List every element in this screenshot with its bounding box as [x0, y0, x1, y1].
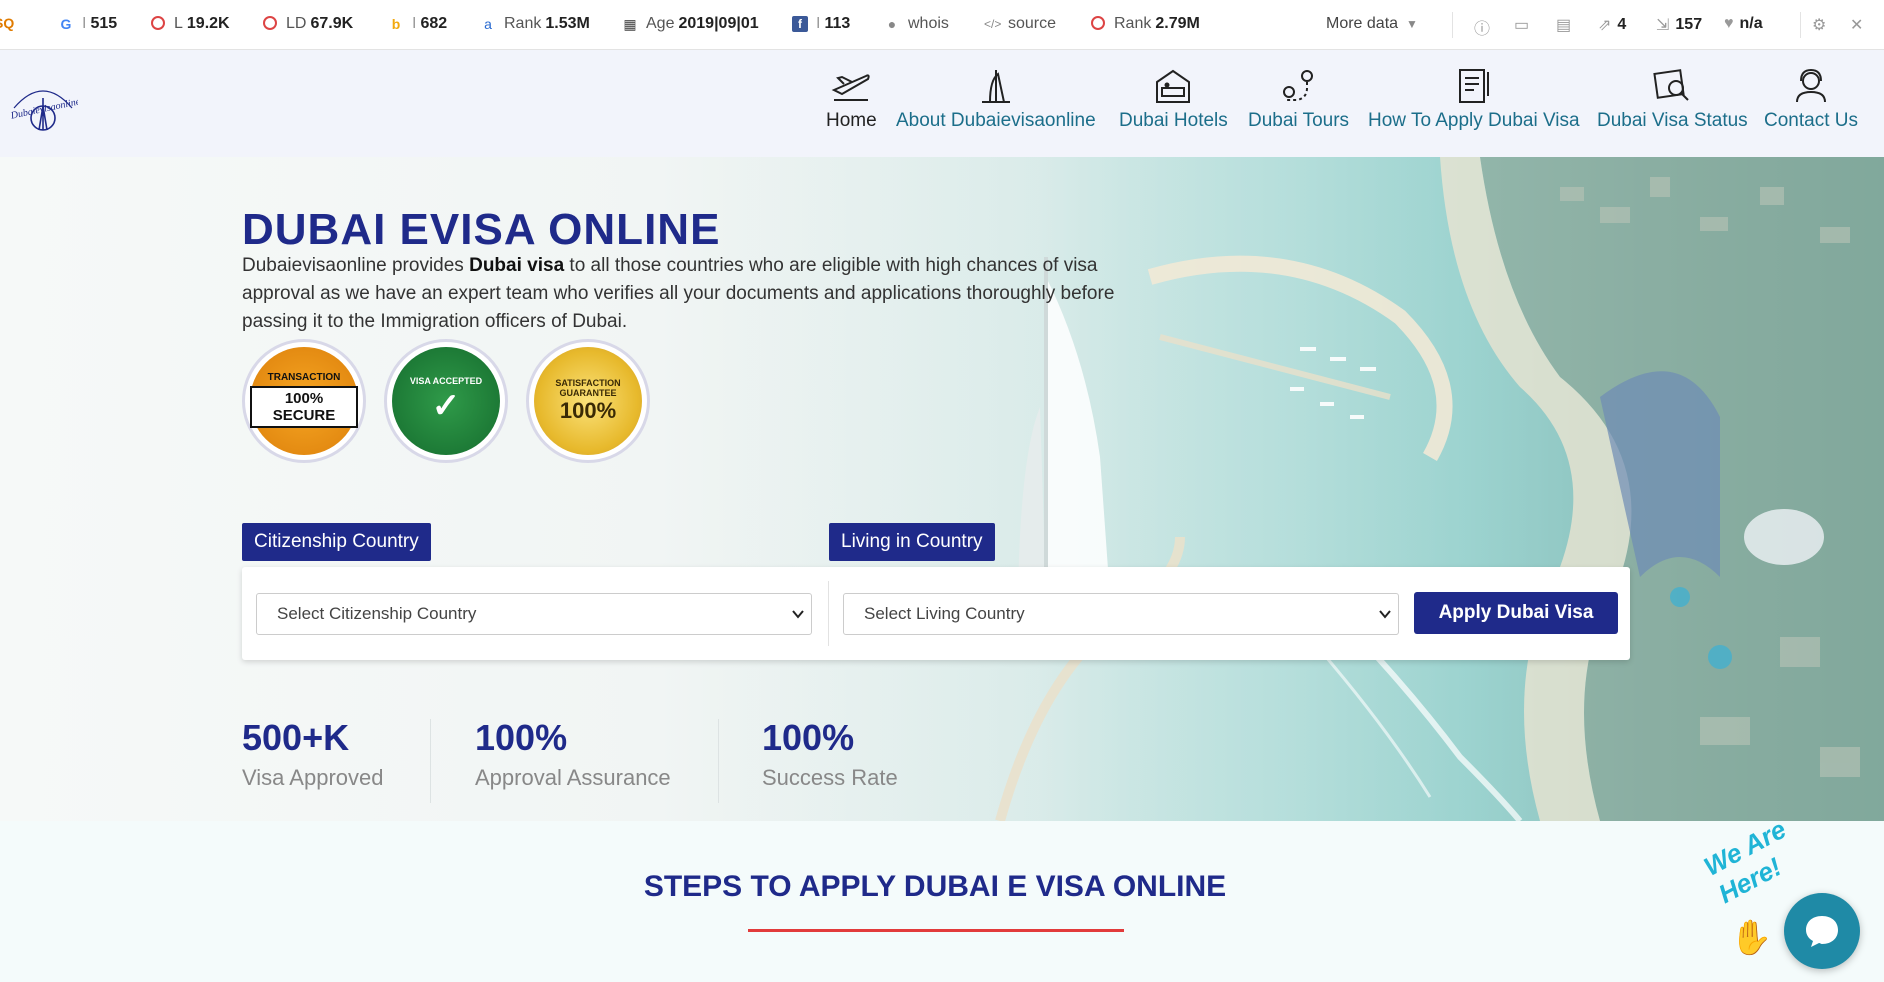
secure-transaction-badge: TRANSACTION 100% SECURE [242, 339, 366, 463]
hero-section: DUBAI EVISA ONLINE Dubaievisaonline prov… [0, 157, 1884, 821]
external-links[interactable]: ⇗ 4 [1598, 15, 1626, 35]
nav-how-to-apply[interactable]: How To Apply Dubai Visa [1368, 68, 1580, 132]
calendar-icon: ▦ [623, 16, 637, 32]
nav-visa-status[interactable]: Dubai Visa Status [1597, 68, 1748, 132]
seo-source[interactable]: </> source [984, 15, 1056, 33]
stat-visa-approved: 500+K Visa Approved [242, 717, 384, 790]
site-header: Dubaievisaonline Home About Dubaievisaon… [0, 50, 1884, 157]
secure-badge-seal: TRANSACTION 100% SECURE [250, 347, 358, 455]
burj-al-arab-icon [981, 70, 1010, 103]
external-link-icon: ⇗ [1598, 17, 1612, 34]
stat-success-rate: 100% Success Rate [762, 717, 898, 790]
google-icon: G [60, 16, 72, 32]
satisfaction-guarantee-badge: SATISFACTION GUARANTEE 100% [526, 339, 650, 463]
hero-description: Dubaievisaonline provides Dubai visa to … [242, 255, 1115, 332]
apply-dubai-visa-button[interactable]: Apply Dubai Visa [1414, 592, 1618, 634]
nav-home[interactable]: Home [826, 68, 877, 132]
close-icon[interactable]: ✕ [1850, 15, 1863, 35]
seo-rank2[interactable]: Rank 2.79M [1090, 15, 1200, 33]
living-country-select[interactable]: Select Living Country [843, 593, 1399, 635]
nav-hotels[interactable]: Dubai Hotels [1119, 68, 1228, 132]
visa-accepted-seal: VISA ACCEPTED ✓ [392, 347, 500, 455]
steps-title-underline [748, 929, 1124, 932]
citizenship-country-label: Citizenship Country [242, 523, 431, 561]
alexa-icon: a [484, 16, 492, 32]
stat-divider [718, 719, 719, 803]
waving-hand-icon: ✋ [1730, 919, 1773, 957]
support-agent-icon [1795, 68, 1826, 103]
rank-icon [1090, 16, 1106, 32]
visa-accepted-badge: VISA ACCEPTED ✓ [384, 339, 508, 463]
heart-icon: ♥ [1724, 15, 1734, 32]
chat-bubble-icon [1806, 916, 1838, 947]
visa-search-icon [1653, 69, 1690, 101]
settings-icon[interactable]: ⚙ [1812, 15, 1826, 35]
nav-contact[interactable]: Contact Us [1764, 68, 1858, 132]
living-country-label: Living in Country [829, 523, 995, 561]
user-icon: ● [887, 16, 897, 32]
page-title: DUBAI EVISA ONLINE [242, 205, 721, 254]
citizenship-country-select[interactable]: Select Citizenship Country [256, 593, 812, 635]
logo-icon: Dubaievisaonline [9, 90, 82, 131]
chevron-down-icon: ▼ [1406, 17, 1418, 31]
seo-links[interactable]: L 19.2K [150, 15, 230, 33]
form-divider [828, 581, 829, 646]
facebook-icon: f [792, 16, 808, 32]
info-icon[interactable]: ⓘ [1474, 15, 1490, 39]
seo-facebook[interactable]: f I 113 [792, 15, 850, 33]
map-pin-route-icon [1282, 70, 1313, 101]
hotel-bed-icon [1156, 69, 1191, 103]
code-icon: </> [984, 17, 1002, 31]
link-domains-icon [262, 16, 278, 32]
seo-bing[interactable]: b I 682 [388, 15, 447, 33]
satisfaction-seal: SATISFACTION GUARANTEE 100% [534, 347, 642, 455]
nav-about[interactable]: About Dubaievisaonline [896, 68, 1096, 132]
seo-whois[interactable]: ● whois [884, 15, 949, 33]
chevron-down-icon [792, 610, 804, 619]
document-form-icon [1458, 69, 1489, 103]
chevron-down-icon [1379, 610, 1391, 619]
na-metric[interactable]: ♥ n/a [1724, 15, 1763, 33]
visa-search-form: Select Citizenship Country Select Living… [242, 567, 1630, 660]
internal-link-icon: ⇲ [1656, 17, 1670, 34]
page-icon[interactable]: ▤ [1556, 15, 1571, 35]
bing-icon: b [391, 16, 401, 32]
steps-section-title: STEPS TO APPLY DUBAI E VISA ONLINE [643, 870, 1227, 903]
internal-links[interactable]: ⇲ 157 [1656, 15, 1702, 35]
airplane-icon [831, 74, 870, 101]
seo-toolbar: SQ G I515 L19.2K LD67.9K b I682 a Rank1.… [0, 0, 1884, 50]
stat-divider [430, 719, 431, 803]
seo-logo[interactable]: SQ [0, 15, 14, 31]
seo-rank1[interactable]: a Rank 1.53M [480, 15, 590, 33]
links-icon [150, 16, 166, 32]
seo-google[interactable]: G I 515 [58, 15, 118, 33]
more-data-dropdown[interactable]: More data ▼ [1326, 15, 1418, 33]
monitor-icon[interactable]: ▭ [1514, 15, 1529, 35]
seo-link-domains[interactable]: LD 67.9K [262, 15, 353, 33]
seo-logo-icon: SQ [0, 15, 15, 31]
stat-approval-assurance: 100% Approval Assurance [475, 717, 671, 790]
seo-age[interactable]: ▦ Age 2019|09|01 [622, 15, 758, 33]
site-logo[interactable]: Dubaievisaonline [8, 78, 82, 132]
chat-widget-button[interactable] [1784, 893, 1860, 969]
nav-tours[interactable]: Dubai Tours [1248, 68, 1349, 132]
